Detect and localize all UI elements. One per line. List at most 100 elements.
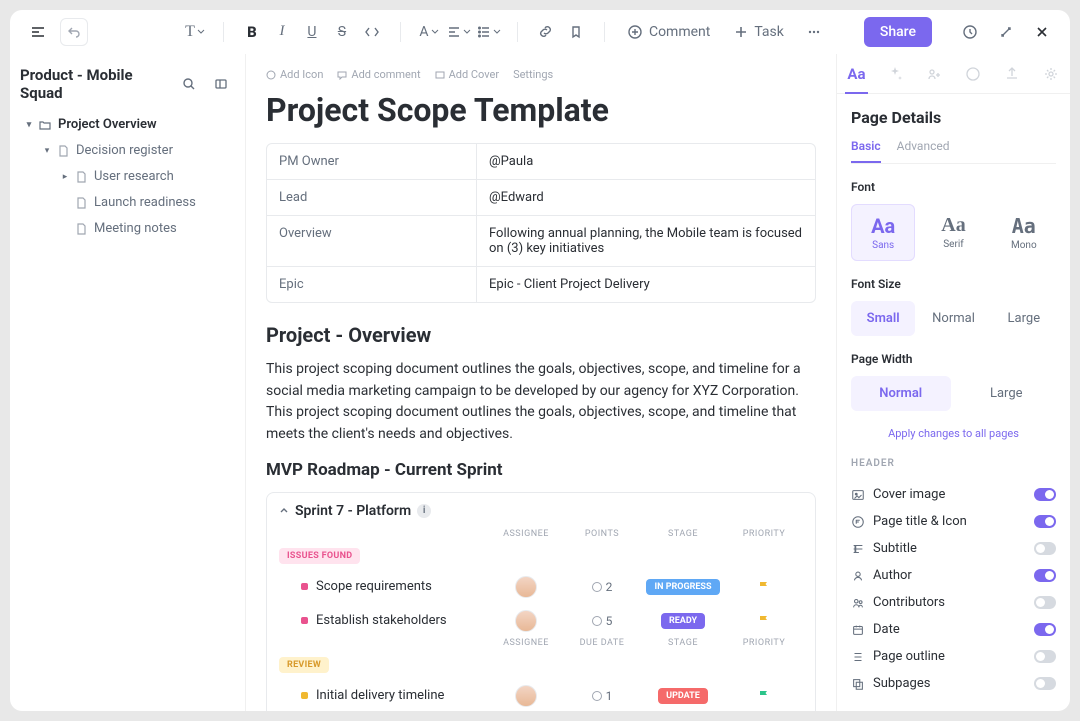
subtab-basic[interactable]: Basic (851, 139, 881, 163)
font-option-mono[interactable]: AaMono (992, 204, 1056, 261)
add-comment-button[interactable]: Add comment (337, 68, 420, 81)
meta-value: @Paula (477, 144, 815, 179)
toggle-switch[interactable] (1034, 542, 1056, 555)
section-overview-heading[interactable]: Project - Overview (266, 323, 816, 347)
page-settings-button[interactable]: Settings (513, 68, 553, 81)
close-icon[interactable] (1028, 18, 1056, 46)
page-title[interactable]: Project Scope Template (266, 91, 816, 129)
tab-settings[interactable] (1031, 54, 1070, 93)
image-icon (851, 488, 865, 502)
tab-comments[interactable] (953, 54, 992, 93)
avatar[interactable] (515, 685, 537, 707)
list-button[interactable] (475, 18, 503, 46)
history-icon[interactable] (956, 18, 984, 46)
align-button[interactable] (445, 18, 473, 46)
tab-ai[interactable] (876, 54, 915, 93)
more-button[interactable] (800, 18, 828, 46)
toggle-switch[interactable] (1034, 488, 1056, 501)
add-icon-button[interactable]: Add Icon (266, 68, 323, 81)
page-actions: Add Icon Add comment Add Cover Settings (266, 68, 816, 81)
tree-item-user-research[interactable]: ▸ User research (20, 164, 235, 189)
toggle-switch[interactable] (1034, 623, 1056, 636)
avatar[interactable] (515, 576, 537, 598)
toggle-switch[interactable] (1034, 596, 1056, 609)
bold-button[interactable]: B (238, 18, 266, 46)
meta-row[interactable]: EpicEpic - Client Project Delivery (267, 267, 815, 302)
panel-icon[interactable] (207, 70, 235, 98)
toggle-switch[interactable] (1034, 515, 1056, 528)
meta-row[interactable]: PM Owner@Paula (267, 144, 815, 180)
add-cover-button[interactable]: Add Cover (435, 68, 499, 81)
width-option-large[interactable]: Large (957, 376, 1057, 411)
toggle-label: Subpages (873, 676, 1026, 691)
tab-export[interactable] (992, 54, 1031, 93)
status-dot (301, 617, 308, 624)
toggle-switch[interactable] (1034, 677, 1056, 690)
toggle-row-page-title-icon: Page title & Icon (851, 508, 1056, 535)
stage-chip[interactable]: READY (661, 613, 705, 629)
underline-button[interactable]: U (298, 18, 326, 46)
section-roadmap-heading[interactable]: MVP Roadmap - Current Sprint (266, 460, 816, 480)
font-option-sans[interactable]: AaSans (851, 204, 915, 261)
size-option-large[interactable]: Large (992, 301, 1056, 336)
search-icon[interactable] (175, 70, 203, 98)
size-option-small[interactable]: Small (851, 301, 915, 336)
doc-icon (74, 196, 88, 210)
top-toolbar: T B I U S A Comment Task (10, 10, 1070, 54)
code-button[interactable] (358, 18, 386, 46)
avatar[interactable] (515, 610, 537, 632)
text-color-button[interactable]: A (415, 18, 443, 46)
group-chip[interactable]: ISSUES FOUND (279, 548, 360, 564)
info-icon[interactable]: i (417, 504, 431, 518)
task-row[interactable]: Scope requirements 2 IN PROGRESS (279, 570, 803, 604)
toggle-switch[interactable] (1034, 650, 1056, 663)
folder-icon (38, 118, 52, 132)
chevron-down-icon (279, 506, 289, 516)
status-dot (301, 583, 308, 590)
flag-icon[interactable] (758, 690, 770, 702)
flag-icon[interactable] (758, 615, 770, 627)
share-button[interactable]: Share (864, 17, 932, 47)
tree-item-decision-register[interactable]: ▾ Decision register (20, 138, 235, 163)
font-label: Font (851, 180, 1056, 194)
sprint-header[interactable]: Sprint 7 - Platform i (279, 503, 803, 519)
italic-button[interactable]: I (268, 18, 296, 46)
size-option-normal[interactable]: Normal (921, 301, 985, 336)
subtab-advanced[interactable]: Advanced (897, 139, 950, 163)
doc-icon (56, 144, 70, 158)
apply-all-link[interactable]: Apply changes to all pages (851, 427, 1056, 440)
tree-item-launch-readiness[interactable]: ▸ Launch readiness (20, 190, 235, 215)
strikethrough-button[interactable]: S (328, 18, 356, 46)
overview-paragraph[interactable]: This project scoping document outlines t… (266, 359, 816, 446)
comment-button[interactable]: Comment (619, 20, 718, 44)
group-chip[interactable]: REVIEW (279, 657, 329, 673)
column-headers: ASSIGNEEPOINTSSTAGEPRIORITY (279, 529, 803, 543)
meta-row[interactable]: Lead@Edward (267, 180, 815, 216)
meta-row[interactable]: OverviewFollowing annual planning, the M… (267, 216, 815, 267)
meta-label: Epic (267, 267, 477, 302)
task-row[interactable]: Establish stakeholders 5 READY (279, 604, 803, 638)
meta-label: PM Owner (267, 144, 477, 179)
task-button[interactable]: Task (726, 20, 792, 44)
title-icon (851, 515, 865, 529)
tab-typography[interactable]: Aa (837, 54, 876, 93)
width-option-normal[interactable]: Normal (851, 376, 951, 411)
menu-icon[interactable] (24, 18, 52, 46)
font-option-serif[interactable]: AaSerif (921, 204, 985, 261)
toggle-switch[interactable] (1034, 569, 1056, 582)
tree-item-project-overview[interactable]: ▾ Project Overview (20, 112, 235, 137)
task-row[interactable]: Initial delivery timeline 1 UPDATE (279, 679, 803, 711)
meta-label: Overview (267, 216, 477, 266)
flag-icon[interactable] (758, 581, 770, 593)
undo-button[interactable] (60, 18, 88, 46)
stage-chip[interactable]: IN PROGRESS (646, 579, 719, 595)
page-tree: ▾ Project Overview ▾ Decision register ▸… (20, 112, 235, 241)
stage-chip[interactable]: UPDATE (658, 688, 708, 704)
link-button[interactable] (532, 18, 560, 46)
tree-item-meeting-notes[interactable]: ▸ Meeting notes (20, 216, 235, 241)
tab-people[interactable] (915, 54, 954, 93)
paragraph-style-button[interactable]: T (181, 18, 209, 46)
bookmark-button[interactable] (562, 18, 590, 46)
toggle-label: Page outline (873, 649, 1026, 664)
collapse-icon[interactable] (992, 18, 1020, 46)
